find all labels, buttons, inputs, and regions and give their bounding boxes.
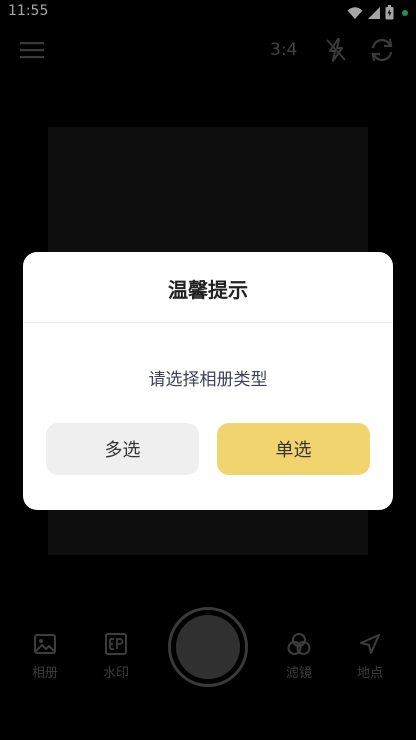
- multi-select-button[interactable]: 多选: [46, 423, 199, 475]
- album-type-dialog: 温馨提示 请选择相册类型 多选 单选: [23, 252, 393, 510]
- dialog-divider: [23, 322, 393, 323]
- single-select-button[interactable]: 单选: [217, 423, 370, 475]
- dialog-title: 温馨提示: [168, 278, 248, 302]
- dialog-message: 请选择相册类型: [148, 370, 268, 390]
